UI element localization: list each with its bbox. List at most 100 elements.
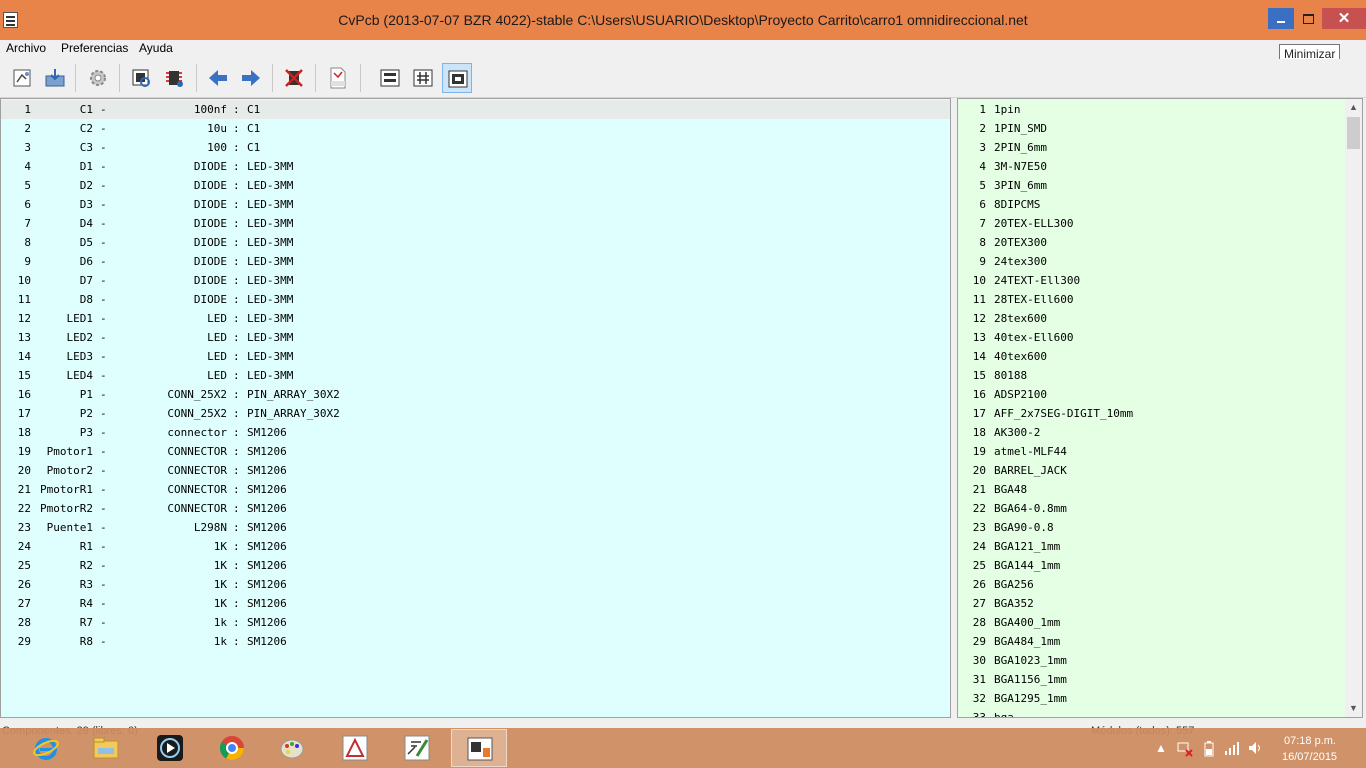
component-row[interactable]: 19 Pmotor1- CONNECTOR SM1206: xyxy=(1,442,950,461)
scroll-thumb[interactable] xyxy=(1347,117,1360,149)
footprint-index: 7 xyxy=(979,217,986,230)
component-separator: - xyxy=(100,274,107,287)
component-row[interactable]: 26 R3- 1K SM1206: xyxy=(1,575,950,594)
scroll-up-arrow-icon[interactable]: ▲ xyxy=(1345,99,1362,116)
component-row[interactable]: 9 D6- DIODE LED-3MM: xyxy=(1,252,950,271)
taskbar-kicad[interactable] xyxy=(327,729,383,767)
component-row[interactable]: 27 R4- 1K SM1206: xyxy=(1,594,950,613)
taskbar-chrome[interactable] xyxy=(204,729,260,767)
footprint-index: 19 xyxy=(972,445,986,458)
component-footprint: C1 xyxy=(247,103,261,116)
component-row[interactable]: 13 LED2- LED LED-3MM: xyxy=(1,328,950,347)
component-row[interactable]: 21 PmotorR1- CONNECTOR SM1206: xyxy=(1,480,950,499)
component-row[interactable]: 20 Pmotor2- CONNECTOR SM1206: xyxy=(1,461,950,480)
component-row[interactable]: 29 R8- 1k SM1206: xyxy=(1,632,950,651)
filter-library-button[interactable] xyxy=(442,63,472,93)
component-separator: - xyxy=(100,103,107,116)
volume-icon[interactable] xyxy=(1248,741,1264,758)
component-row[interactable]: 14 LED3- LED LED-3MM: xyxy=(1,347,950,366)
component-footprint: SM1206 xyxy=(247,483,287,496)
footprint-index: 16 xyxy=(972,388,986,401)
save-button[interactable] xyxy=(40,63,70,93)
filter-library-icon xyxy=(448,70,468,88)
component-row[interactable]: 6 D3- DIODE LED-3MM: xyxy=(1,195,950,214)
component-row[interactable]: 3 C3- 100 C1: xyxy=(1,138,950,157)
component-row[interactable]: 23 Puente1- L298N SM1206: xyxy=(1,518,950,537)
display-filtered-button[interactable] xyxy=(159,63,189,93)
component-value: LED xyxy=(207,312,227,325)
component-row[interactable]: 15 LED4- LED LED-3MM: xyxy=(1,366,950,385)
component-index: 9 xyxy=(24,255,31,268)
footprint-name: BGA64-0.8mm xyxy=(994,502,1067,515)
component-index: 28 xyxy=(17,616,31,629)
title-bar[interactable]: CvPcb (2013-07-07 BZR 4022)-stable C:\Us… xyxy=(0,0,1366,40)
menu-archivo[interactable]: Archivo xyxy=(6,41,46,55)
taskbar-media-player[interactable] xyxy=(142,729,198,767)
component-row[interactable]: 1 C1-100nf C1: xyxy=(1,100,950,119)
clock-time[interactable]: 07:18 p.m. xyxy=(1284,735,1336,747)
maximize-button[interactable] xyxy=(1295,8,1321,29)
select-library-icon xyxy=(13,69,31,87)
view-footprint-button[interactable] xyxy=(126,63,156,93)
scroll-down-arrow-icon[interactable]: ▼ xyxy=(1345,700,1362,717)
previous-button[interactable] xyxy=(203,63,233,93)
component-row[interactable]: 5 D2- DIODE LED-3MM: xyxy=(1,176,950,195)
component-separator: - xyxy=(100,198,107,211)
minimize-button[interactable] xyxy=(1268,8,1294,29)
taskbar-file-explorer[interactable] xyxy=(78,729,134,767)
menu-ayuda[interactable]: Ayuda xyxy=(139,41,173,55)
taskbar-cvpcb[interactable] xyxy=(451,729,507,767)
component-row[interactable]: 22 PmotorR2- CONNECTOR SM1206: xyxy=(1,499,950,518)
delete-associations-button[interactable] xyxy=(279,63,309,93)
footprints-scrollbar[interactable]: ▲ ▼ xyxy=(1345,99,1362,717)
footprints-list[interactable]: 1 1pin 2 1PIN_SMD 3 2PIN_6mm 4 3M-N7E50 5 3PIN_6m… xyxy=(957,98,1363,718)
clock-date[interactable]: 16/07/2015 xyxy=(1282,751,1337,763)
component-row[interactable]: 7 D4- DIODE LED-3MM: xyxy=(1,214,950,233)
footprint-name: BGA121_1mm xyxy=(994,540,1061,553)
component-value: LED xyxy=(207,350,227,363)
config-button[interactable] xyxy=(83,63,113,93)
select-library-button[interactable] xyxy=(8,63,38,93)
network-error-icon[interactable] xyxy=(1177,741,1193,760)
footprint-index: 26 xyxy=(972,578,986,591)
taskbar-eeschema[interactable] xyxy=(389,729,445,767)
component-row[interactable]: 11 D8- DIODE LED-3MM: xyxy=(1,290,950,309)
component-row[interactable]: 2 C2- 10u C1: xyxy=(1,119,950,138)
component-index: 27 xyxy=(17,597,31,610)
next-button[interactable] xyxy=(236,63,266,93)
component-separator: - xyxy=(100,559,107,572)
component-footprint: SM1206 xyxy=(247,578,287,591)
component-row[interactable]: 10 D7- DIODE LED-3MM: xyxy=(1,271,950,290)
components-list[interactable]: 1 C1-100nf C1:2 C2-10u C1:3 C3-100 C1:4 D1- DIOD… xyxy=(0,98,951,718)
component-index: 8 xyxy=(24,236,31,249)
component-value: CONNECTOR xyxy=(167,445,227,458)
component-separator: - xyxy=(100,540,107,553)
component-colon: : xyxy=(233,331,240,344)
menu-preferencias[interactable]: Preferencias xyxy=(61,41,128,55)
component-row[interactable]: 25 R2- 1K SM1206: xyxy=(1,556,950,575)
component-row[interactable]: 12 LED1- LED LED-3MM: xyxy=(1,309,950,328)
footprint-name: BGA1295_1mm xyxy=(994,692,1067,705)
taskbar-internet-explorer[interactable] xyxy=(18,729,74,767)
footprint-index: 15 xyxy=(972,369,986,382)
pdf-button[interactable] xyxy=(323,63,353,93)
component-row[interactable]: 18 P3- connector SM1206: xyxy=(1,423,950,442)
show-hidden-icons-icon[interactable]: ▲ xyxy=(1155,741,1167,755)
filter-pincount-button[interactable] xyxy=(408,63,438,93)
component-index: 24 xyxy=(17,540,31,553)
signal-icon[interactable] xyxy=(1224,741,1240,758)
component-separator: - xyxy=(100,160,107,173)
component-row[interactable]: 8 D5- DIODE LED-3MM: xyxy=(1,233,950,252)
footprint-index: 6 xyxy=(979,198,986,211)
filter-keyword-button[interactable] xyxy=(375,63,405,93)
component-row[interactable]: 28 R7- 1k SM1206: xyxy=(1,613,950,632)
component-reference: Pmotor2 xyxy=(46,464,93,477)
taskbar-paint[interactable] xyxy=(265,729,321,767)
component-row[interactable]: 17 P2- CONN_25X2 PIN_ARRAY_30X2: xyxy=(1,404,950,423)
component-row[interactable]: 16 P1- CONN_25X2 PIN_ARRAY_30X2: xyxy=(1,385,950,404)
component-row[interactable]: 4 D1- DIODE LED-3MM: xyxy=(1,157,950,176)
battery-icon[interactable] xyxy=(1204,741,1214,760)
footprint-name: BGA1023_1mm xyxy=(994,654,1067,667)
close-button[interactable]: ✕ xyxy=(1322,8,1366,29)
component-row[interactable]: 24 R1- 1K SM1206: xyxy=(1,537,950,556)
